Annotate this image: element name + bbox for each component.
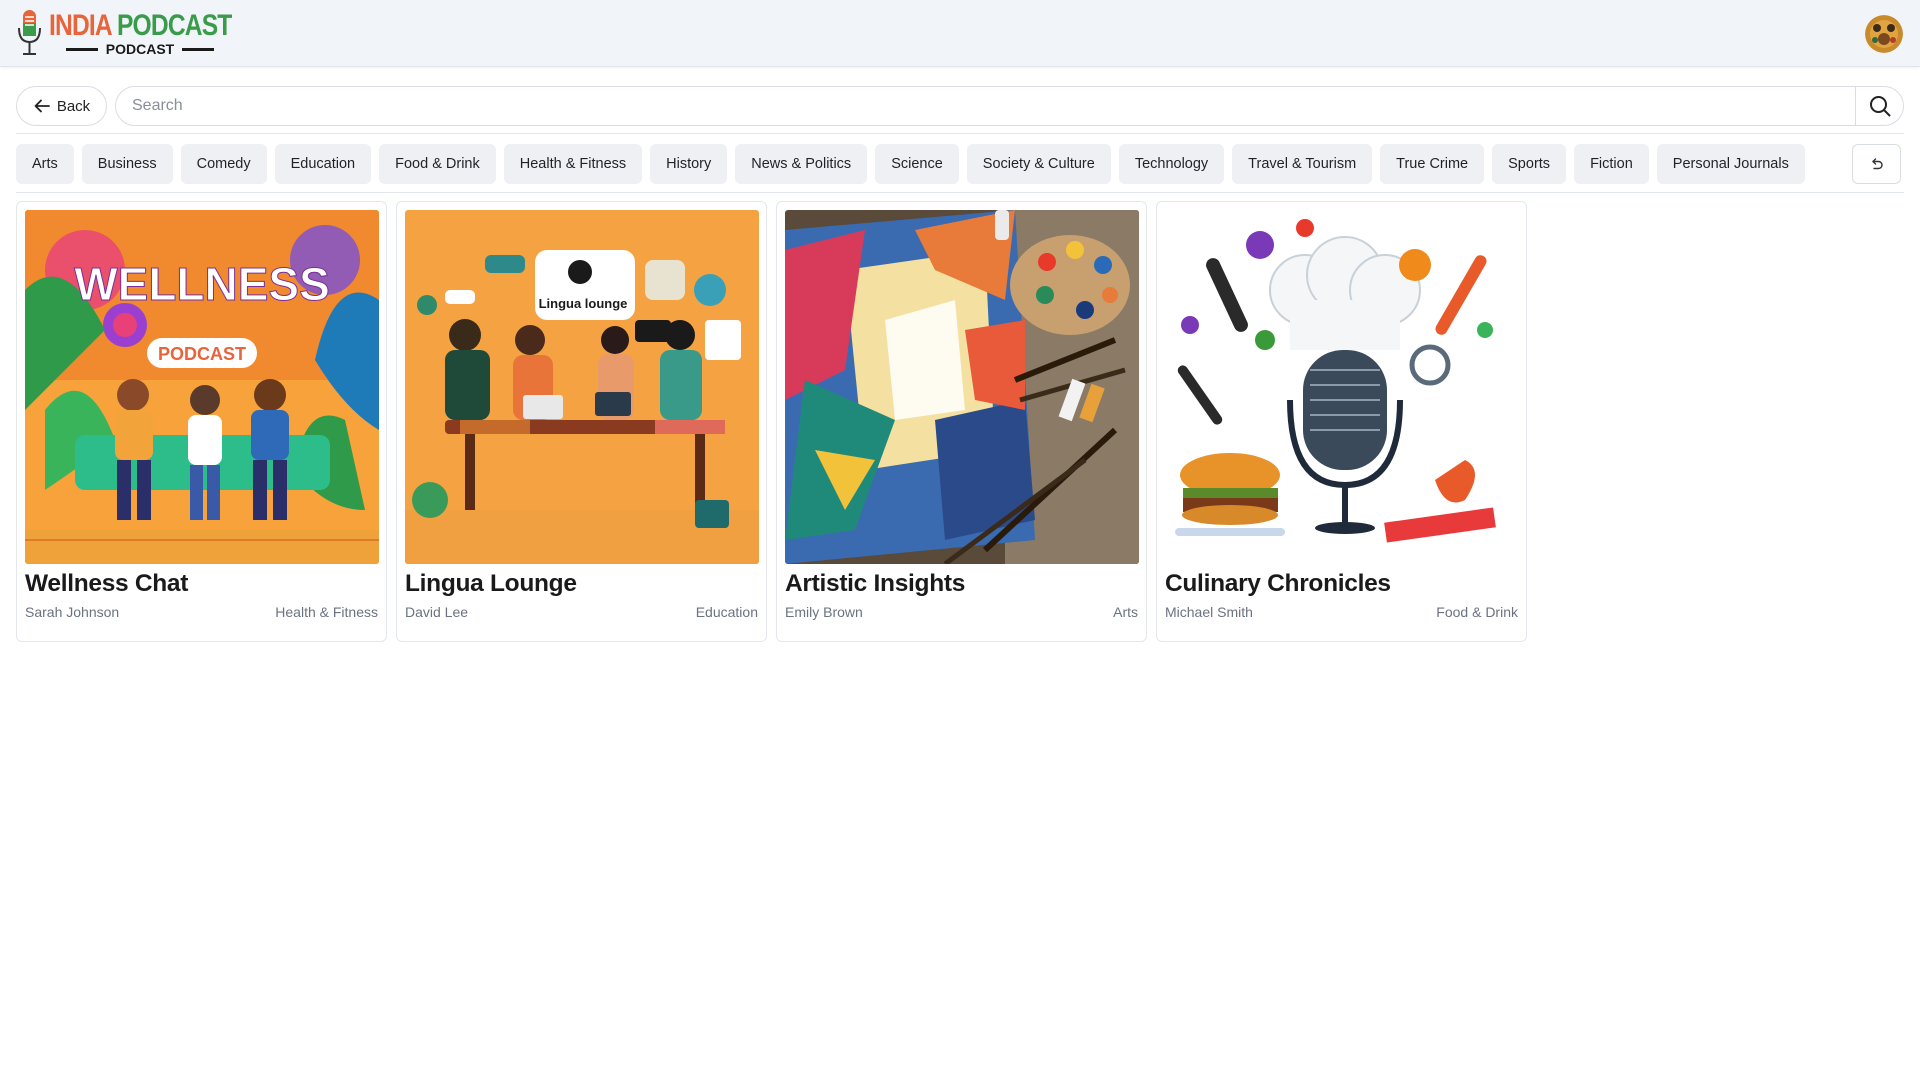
- divider: [16, 133, 1904, 134]
- category-chip-fiction[interactable]: Fiction: [1574, 144, 1649, 184]
- logo-title: INDIA PODCAST: [49, 8, 232, 44]
- category-chip-travel-tourism[interactable]: Travel & Tourism: [1232, 144, 1373, 184]
- logo-title-podcast: PODCAST: [116, 9, 232, 42]
- cover-title-text: Lingua lounge: [539, 296, 628, 311]
- podcast-card[interactable]: Lingua lounge Lingua Lounge David Lee Ed…: [396, 201, 767, 642]
- category-chip-society-culture[interactable]: Society & Culture: [966, 144, 1111, 184]
- category-chip-comedy[interactable]: Comedy: [180, 144, 267, 184]
- podcast-author: Michael Smith: [1165, 604, 1253, 620]
- podcast-cover-image: Lingua lounge: [405, 210, 759, 564]
- podcast-card[interactable]: WELLNESS PODCAST Wellness Chat Sarah Joh…: [16, 201, 387, 642]
- reset-icon: [1871, 158, 1883, 170]
- cover-badge-text: PODCAST: [158, 344, 246, 364]
- back-button-label: Back: [56, 97, 91, 115]
- logo-subtitle: PODCAST: [66, 41, 215, 57]
- user-avatar[interactable]: [1865, 15, 1903, 53]
- category-chip-personal-journals[interactable]: Personal Journals: [1656, 144, 1805, 184]
- search-icon: [1869, 96, 1890, 117]
- podcast-title[interactable]: Culinary Chronicles: [1165, 570, 1391, 598]
- podcast-category: Food & Drink: [1436, 604, 1518, 620]
- podcast-cover-image: [1165, 210, 1519, 564]
- category-chip-news-politics[interactable]: News & Politics: [735, 144, 868, 184]
- app-logo[interactable]: INDIA PODCAST PODCAST: [14, 8, 232, 60]
- logo-rule-left: [66, 47, 98, 51]
- podcast-cover-image: [785, 210, 1139, 564]
- podcast-title[interactable]: Lingua Lounge: [405, 570, 577, 598]
- podcast-category: Arts: [1113, 604, 1138, 620]
- category-chip-business[interactable]: Business: [81, 144, 173, 184]
- category-chip-arts[interactable]: Arts: [16, 144, 74, 184]
- reset-filters-button[interactable]: [1852, 144, 1901, 184]
- podcast-category: Education: [695, 604, 758, 620]
- category-bar: Arts Business Comedy Education Food & Dr…: [16, 144, 1805, 184]
- logo-rule-right: [182, 47, 215, 51]
- podcast-author: Emily Brown: [785, 604, 863, 620]
- search-button[interactable]: [1855, 87, 1903, 125]
- podcast-author: David Lee: [405, 604, 469, 620]
- podcast-author: Sarah Johnson: [25, 604, 120, 620]
- category-chip-history[interactable]: History: [650, 144, 728, 184]
- podcast-card[interactable]: Culinary Chronicles Michael Smith Food &…: [1156, 201, 1527, 642]
- category-chip-health-fitness[interactable]: Health & Fitness: [503, 144, 643, 184]
- back-button[interactable]: Back: [16, 86, 107, 126]
- category-chip-food-drink[interactable]: Food & Drink: [379, 144, 496, 184]
- podcast-title[interactable]: Artistic Insights: [785, 570, 965, 598]
- cover-title-text: WELLNESS: [74, 258, 330, 310]
- category-chip-true-crime[interactable]: True Crime: [1380, 144, 1485, 184]
- search-input[interactable]: [116, 87, 1856, 125]
- microphone-logo-icon: [18, 10, 41, 55]
- logo-title-india: INDIA: [49, 9, 117, 42]
- category-chip-science[interactable]: Science: [875, 144, 959, 184]
- divider: [16, 192, 1904, 193]
- podcast-title[interactable]: Wellness Chat: [25, 570, 188, 598]
- search-bar: [115, 86, 1904, 126]
- podcast-cover-image: WELLNESS PODCAST: [25, 210, 379, 564]
- category-chip-technology[interactable]: Technology: [1118, 144, 1225, 184]
- podcast-category: Health & Fitness: [275, 604, 378, 620]
- logo-subtitle-text: PODCAST: [105, 41, 175, 57]
- podcast-card[interactable]: Artistic Insights Emily Brown Arts: [776, 201, 1147, 642]
- arrow-left-icon: [34, 99, 50, 113]
- category-chip-education[interactable]: Education: [274, 144, 372, 184]
- podcast-grid: WELLNESS PODCAST Wellness Chat Sarah Joh…: [16, 201, 1527, 642]
- app-header: INDIA PODCAST PODCAST: [0, 0, 1920, 67]
- avatar-image: [1865, 15, 1903, 53]
- category-chip-sports[interactable]: Sports: [1492, 144, 1567, 184]
